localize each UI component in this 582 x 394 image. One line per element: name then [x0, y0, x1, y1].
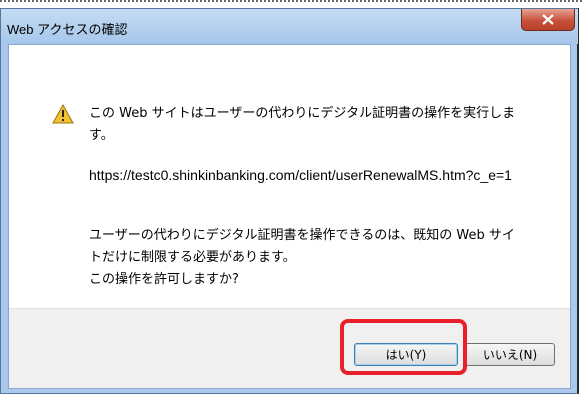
dialog-client: この Web サイトはユーザーの代わりにデジタル証明書の操作を実行します。 ht… [8, 44, 571, 389]
close-icon [542, 14, 554, 25]
top-dotted-border [0, 0, 582, 4]
dialog-title: Web アクセスの確認 [7, 22, 128, 37]
no-button[interactable]: いいえ(N) [465, 343, 555, 366]
message-area: この Web サイトはユーザーの代わりにデジタル証明書の操作を実行します。 ht… [9, 45, 570, 308]
dialog-window: Web アクセスの確認 この Web サイトはユーザーの代わりにデジタル証明書の… [0, 8, 579, 394]
message-line-2-text: ユーザーの代わりにデジタル証明書を操作できるのは、既知の Web サイトだけに制… [89, 228, 515, 265]
titlebar: Web アクセスの確認 [1, 9, 578, 44]
message-url: https://testc0.shinkinbanking.com/client… [89, 167, 512, 183]
message-line-1: この Web サイトはユーザーの代わりにデジタル証明書の操作を実行します。 [89, 106, 516, 143]
button-bar: はい(Y) いいえ(N) [9, 308, 570, 388]
yes-button-highlight [340, 319, 467, 375]
warning-icon [52, 104, 74, 124]
close-button[interactable] [521, 9, 575, 31]
message-line-2: ユーザーの代わりにデジタル証明書を操作できるのは、既知の Web サイトだけに制… [89, 225, 519, 291]
message-line-3-text: この操作を許可しますか? [89, 272, 239, 287]
